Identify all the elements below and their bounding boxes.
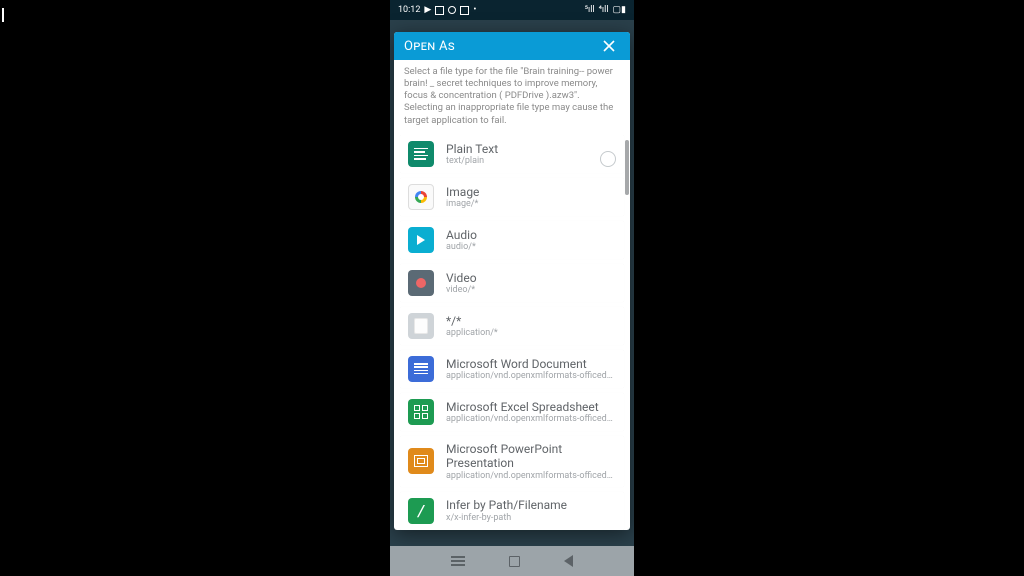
nav-back-icon[interactable] bbox=[564, 555, 573, 567]
infer-icon: / bbox=[408, 498, 434, 524]
item-mime: application/* bbox=[446, 328, 616, 338]
powerpoint-icon bbox=[408, 448, 434, 474]
youtube-icon: ▶ bbox=[424, 6, 431, 15]
nav-recent-icon[interactable] bbox=[451, 556, 465, 566]
list-item-generic[interactable]: */* application/* bbox=[400, 307, 624, 345]
list-item-word[interactable]: Microsoft Word Document application/vnd.… bbox=[400, 350, 624, 388]
dialog-description: Select a file type for the file "Brain t… bbox=[394, 60, 630, 135]
status-bar: 10:12 ▶ • ⁵ıll ⁴ıll ▢▮ bbox=[390, 0, 634, 20]
signal-5-icon: ⁵ıll bbox=[585, 6, 595, 15]
item-mime: audio/* bbox=[446, 242, 616, 252]
status-time: 10:12 bbox=[398, 5, 420, 15]
dot-icon: • bbox=[473, 6, 476, 15]
facebook-icon bbox=[460, 6, 469, 15]
message-icon bbox=[435, 6, 444, 15]
nav-home-icon[interactable] bbox=[509, 556, 520, 567]
close-icon bbox=[602, 39, 616, 53]
scrollbar-thumb[interactable] bbox=[625, 140, 629, 195]
radio-button[interactable] bbox=[600, 151, 616, 167]
item-mime: video/* bbox=[446, 285, 616, 295]
video-icon bbox=[408, 270, 434, 296]
item-label: Infer by Path/Filename bbox=[446, 498, 616, 512]
open-as-dialog: Open As Select a file type for the file … bbox=[394, 32, 630, 530]
list-item-powerpoint[interactable]: Microsoft PowerPoint Presentation applic… bbox=[400, 436, 624, 487]
item-label: Image bbox=[446, 185, 616, 199]
item-mime: x/x-infer-by-path bbox=[446, 513, 616, 523]
excel-icon bbox=[408, 399, 434, 425]
list-item-infer[interactable]: / Infer by Path/Filename x/x-infer-by-pa… bbox=[400, 492, 624, 530]
item-label: */* bbox=[446, 314, 616, 328]
item-mime: application/vnd.openxmlformats-officedo.… bbox=[446, 471, 616, 481]
item-label: Audio bbox=[446, 228, 616, 242]
item-mime: application/vnd.openxmlformats-officedo.… bbox=[446, 371, 616, 381]
phone-frame: 10:12 ▶ • ⁵ıll ⁴ıll ▢▮ Open As Select a … bbox=[390, 0, 634, 576]
nav-bar bbox=[390, 546, 634, 576]
list-item-video[interactable]: Video video/* bbox=[400, 264, 624, 302]
dialog-header: Open As bbox=[394, 32, 630, 60]
close-button[interactable] bbox=[598, 35, 620, 57]
item-mime: application/vnd.openxmlformats-officedo.… bbox=[446, 414, 616, 424]
item-label: Microsoft PowerPoint Presentation bbox=[446, 442, 616, 471]
signal-4-icon: ⁴ıll bbox=[599, 6, 609, 15]
item-label: Plain Text bbox=[446, 142, 594, 156]
mute-icon bbox=[448, 6, 456, 14]
list-item-excel[interactable]: Microsoft Excel Spreadsheet application/… bbox=[400, 393, 624, 431]
generic-icon bbox=[408, 313, 434, 339]
item-label: Microsoft Excel Spreadsheet bbox=[446, 400, 616, 414]
audio-icon bbox=[408, 227, 434, 253]
text-icon bbox=[408, 141, 434, 167]
dialog-title: Open As bbox=[404, 39, 455, 54]
word-icon bbox=[408, 356, 434, 382]
item-mime: image/* bbox=[446, 199, 616, 209]
list-item-image[interactable]: Image image/* bbox=[400, 178, 624, 216]
item-label: Video bbox=[446, 271, 616, 285]
type-list[interactable]: Plain Text text/plain Image image/* bbox=[394, 135, 630, 530]
item-label: Microsoft Word Document bbox=[446, 357, 616, 371]
battery-icon: ▢▮ bbox=[613, 6, 626, 15]
image-icon bbox=[408, 184, 434, 210]
item-mime: text/plain bbox=[446, 156, 594, 166]
list-item-audio[interactable]: Audio audio/* bbox=[400, 221, 624, 259]
list-item-plain-text[interactable]: Plain Text text/plain bbox=[400, 135, 624, 173]
